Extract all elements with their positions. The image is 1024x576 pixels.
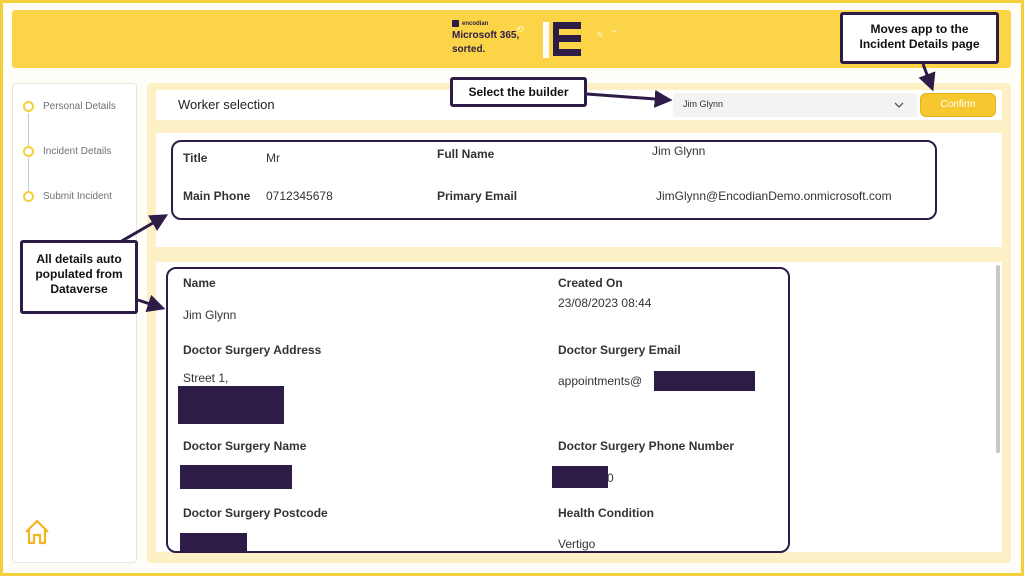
health-condition-label: Health Condition <box>558 506 654 520</box>
confirm-callout: Moves app to the Incident Details page <box>840 12 999 64</box>
builder-callout: Select the builder <box>450 77 587 107</box>
home-icon[interactable] <box>23 518 51 546</box>
step-label: Submit Incident <box>43 191 112 202</box>
sidebar: Personal Details Incident Details Submit… <box>12 83 137 563</box>
step-dot-icon <box>23 146 34 157</box>
created-on-label: Created On <box>558 276 623 290</box>
brand-block: encodian Microsoft 365, sorted. <box>452 20 519 55</box>
surgery-phone-value: 0 <box>607 471 614 485</box>
sidebar-step-submit-incident[interactable]: Submit Incident <box>23 191 112 202</box>
redacted-block <box>178 386 284 424</box>
full-name-label: Full Name <box>437 147 495 161</box>
callout-text: Incident Details page <box>859 37 980 51</box>
step-label: Incident Details <box>43 146 112 157</box>
surgery-postcode-label: Doctor Surgery Postcode <box>183 506 328 520</box>
name-label: Name <box>183 276 216 290</box>
encodian-e-logo-icon <box>543 22 581 58</box>
redacted-block <box>654 371 755 391</box>
surgery-name-label: Doctor Surgery Name <box>183 439 307 453</box>
name-value: Jim Glynn <box>183 308 237 322</box>
auto-populate-callout: All details auto populated from Datavers… <box>20 240 138 314</box>
worker-dropdown-value: Jim Glynn <box>683 99 724 109</box>
worker-dropdown[interactable]: Jim Glynn <box>673 93 917 117</box>
redacted-block <box>180 533 247 551</box>
doodle-icon: ⟲ <box>516 24 524 34</box>
main-phone-label: Main Phone <box>183 189 251 203</box>
surgery-address-value: Street 1, <box>183 371 229 385</box>
brand-small-text: encodian <box>462 20 489 27</box>
brand-line2: sorted. <box>452 44 486 55</box>
callout-text: All details auto <box>36 252 122 266</box>
redacted-block <box>552 466 608 488</box>
chevron-down-icon <box>894 102 904 108</box>
details-highlight-box <box>171 140 937 220</box>
primary-email-value: JimGlynn@EncodianDemo.onmicrosoft.com <box>656 189 892 203</box>
worker-selection-label: Worker selection <box>178 97 275 112</box>
step-dot-icon <box>23 101 34 112</box>
confirm-button[interactable]: Confirm <box>920 93 996 117</box>
main-phone-value: 0712345678 <box>266 189 333 203</box>
callout-text: Moves app to the <box>870 22 969 36</box>
brand-small: encodian <box>452 20 519 27</box>
encodian-logo-icon <box>452 20 459 27</box>
doodle-icon: ⌁ <box>612 26 618 36</box>
brand-line1: Microsoft 365, <box>452 30 520 41</box>
title-value: Mr <box>266 151 280 165</box>
step-connector <box>28 113 29 148</box>
surgery-phone-label: Doctor Surgery Phone Number <box>558 439 735 453</box>
primary-email-label: Primary Email <box>437 189 518 203</box>
step-connector <box>28 158 29 193</box>
surgery-address-label: Doctor Surgery Address <box>183 343 322 357</box>
callout-text: populated from <box>35 267 123 281</box>
redacted-block <box>180 465 292 489</box>
step-dot-icon <box>23 191 34 202</box>
sidebar-step-incident-details[interactable]: Incident Details <box>23 146 111 157</box>
full-name-value: Jim Glynn <box>652 144 706 158</box>
surgery-email-label: Doctor Surgery Email <box>558 343 681 357</box>
created-on-value: 23/08/2023 08:44 <box>558 296 652 310</box>
surgery-email-value: appointments@ <box>558 374 643 388</box>
callout-text: Dataverse <box>50 282 108 296</box>
callout-text: Select the builder <box>468 85 569 99</box>
health-condition-value: Vertigo <box>558 537 596 551</box>
doodle-icon: ✎ <box>596 30 604 40</box>
scrollbar[interactable] <box>996 265 1000 453</box>
sidebar-step-personal-details[interactable]: Personal Details <box>23 101 116 112</box>
title-label: Title <box>183 151 208 165</box>
step-label: Personal Details <box>43 101 116 112</box>
